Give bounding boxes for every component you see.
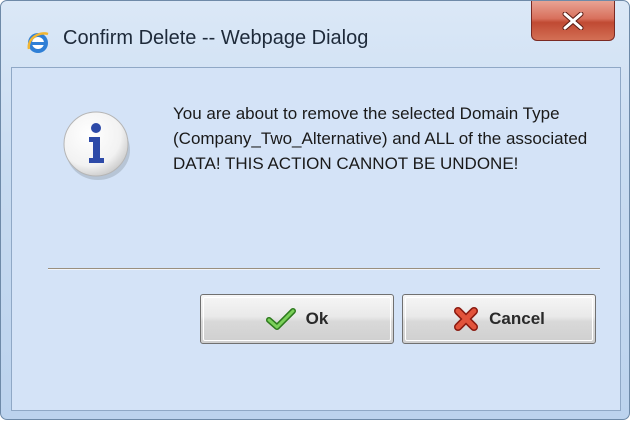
checkmark-icon <box>265 308 296 330</box>
confirm-message: You are about to remove the selected Dom… <box>173 104 588 173</box>
cancel-button[interactable]: Cancel <box>402 294 596 344</box>
window-title: Confirm Delete -- Webpage Dialog <box>63 27 369 49</box>
ok-label: Ok <box>305 309 329 328</box>
title-bar[interactable]: Confirm Delete -- Webpage Dialog <box>1 1 631 53</box>
close-icon <box>562 11 584 30</box>
red-x-icon <box>453 306 479 332</box>
dialog-content: You are about to remove the selected Dom… <box>11 67 621 411</box>
ok-button[interactable]: Ok <box>200 294 394 344</box>
ie-icon <box>25 29 51 55</box>
cancel-label: Cancel <box>489 309 545 328</box>
dialog-window: Confirm Delete -- Webpage Dialog You are… <box>0 0 630 420</box>
close-button[interactable] <box>531 1 615 41</box>
info-icon <box>58 106 134 182</box>
divider <box>48 268 600 270</box>
